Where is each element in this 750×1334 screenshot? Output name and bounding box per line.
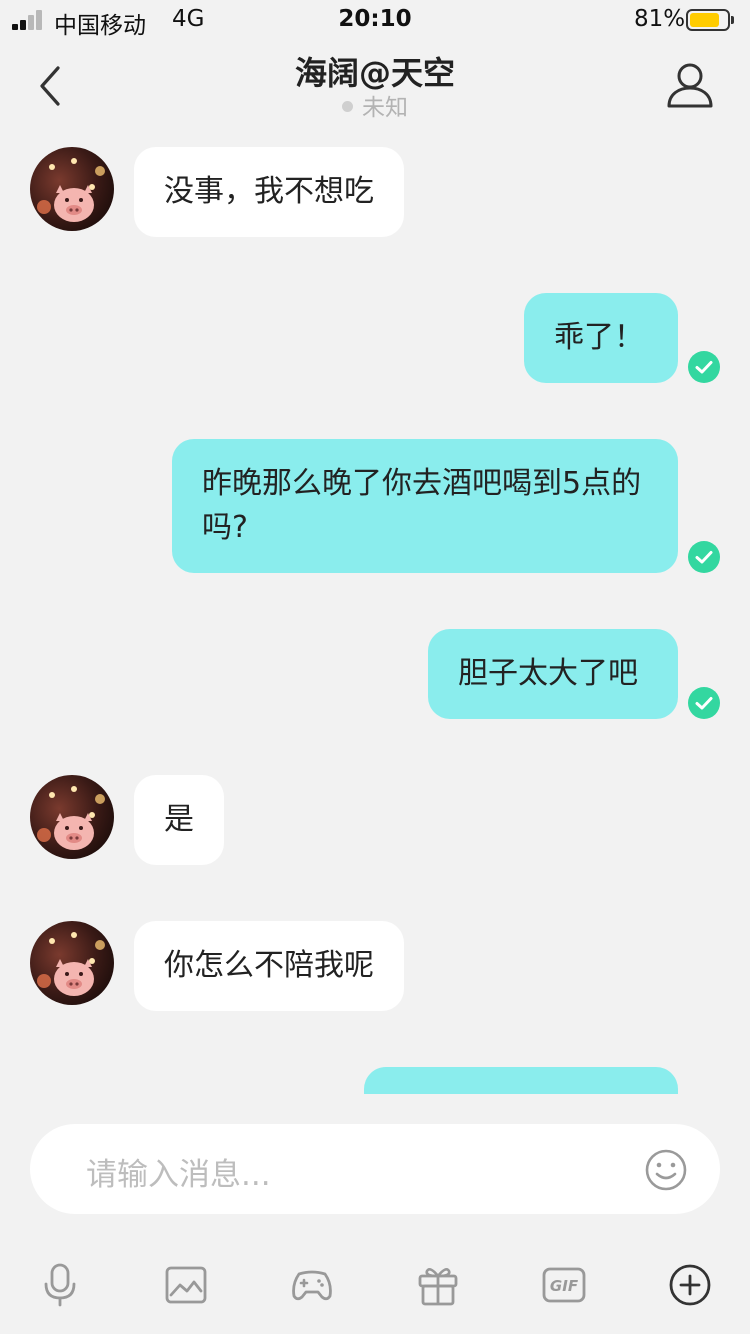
message-text: 没事，我不想吃	[164, 174, 374, 209]
gif-button[interactable]: GIF	[541, 1262, 587, 1308]
delivered-check-icon	[688, 687, 720, 719]
gamepad-icon	[292, 1270, 332, 1301]
contact-avatar[interactable]	[30, 775, 114, 859]
contact-avatar[interactable]	[30, 147, 114, 231]
message-text: 乖了！	[554, 320, 644, 355]
battery-cap	[731, 16, 734, 24]
battery-percent: 81%	[634, 6, 686, 32]
outgoing-message[interactable]: 胆子太大了吧	[428, 629, 678, 719]
outgoing-message[interactable]: 昨晚那么晚了你去酒吧喝到5点的吗?	[172, 439, 678, 573]
profile-button[interactable]	[664, 60, 716, 110]
online-status-label: 未知	[362, 95, 408, 121]
battery-level	[690, 13, 720, 27]
delivered-check-icon	[688, 351, 720, 383]
smiley-icon	[645, 1149, 687, 1191]
photo-button[interactable]	[163, 1262, 209, 1308]
image-icon	[165, 1266, 207, 1304]
person-icon	[667, 63, 713, 108]
incoming-message[interactable]: 是	[134, 775, 224, 865]
microphone-icon	[44, 1263, 76, 1307]
message-input[interactable]: 请输入消息...	[30, 1124, 720, 1214]
pig-avatar-icon	[30, 147, 114, 231]
message-text: 是	[164, 802, 194, 837]
gift-icon	[418, 1268, 458, 1306]
pig-avatar-icon	[30, 775, 114, 859]
status-bar: 中国移动 4G 20:10 81%	[0, 0, 750, 40]
message-text: 胆子太大了吧	[458, 656, 638, 691]
message-list-clip	[0, 1060, 750, 1094]
status-dot	[342, 101, 353, 112]
more-button[interactable]	[667, 1262, 713, 1308]
outgoing-message[interactable]: 乖了！	[524, 293, 678, 383]
battery-icon	[686, 9, 730, 31]
emoji-button[interactable]	[644, 1148, 688, 1192]
delivered-check-icon	[688, 541, 720, 573]
gift-button[interactable]	[415, 1262, 461, 1308]
message-text: 昨晚那么晚了你去酒吧喝到5点的吗?	[202, 466, 642, 545]
game-button[interactable]	[289, 1262, 335, 1308]
message-input-placeholder: 请输入消息...	[86, 1157, 271, 1193]
incoming-message[interactable]: 你怎么不陪我呢	[134, 921, 404, 1011]
contact-avatar[interactable]	[30, 921, 114, 1005]
plus-circle-icon	[669, 1264, 711, 1306]
outgoing-message[interactable]	[364, 1067, 678, 1094]
voice-button[interactable]	[37, 1262, 83, 1308]
pig-avatar-icon	[30, 921, 114, 1005]
incoming-message[interactable]: 没事，我不想吃	[134, 147, 404, 237]
gif-icon: GIF	[542, 1267, 586, 1303]
online-status: 未知	[0, 88, 750, 122]
gif-label: GIF	[550, 1277, 579, 1295]
message-text: 你怎么不陪我呢	[164, 948, 374, 983]
